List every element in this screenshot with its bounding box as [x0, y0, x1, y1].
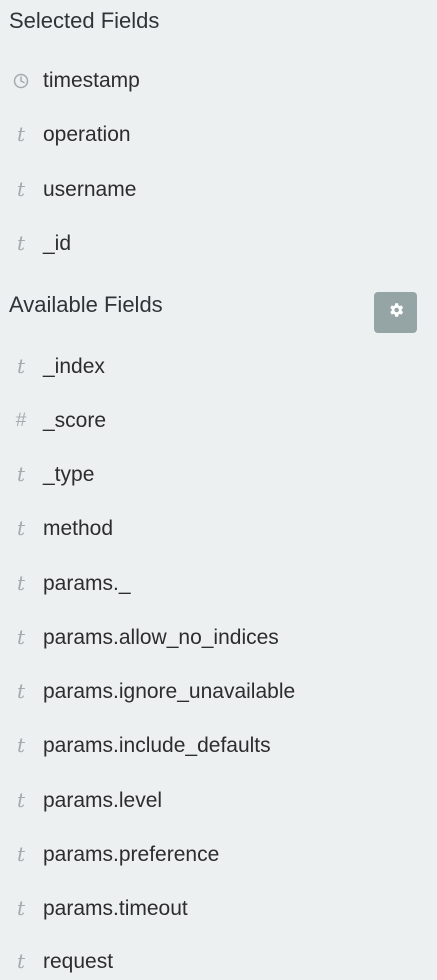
string-type-icon: t [16, 122, 26, 146]
field-name: params.level [43, 788, 163, 812]
number-type-icon: # [15, 409, 27, 431]
field-item-timestamp[interactable]: timestamp [0, 63, 437, 97]
gear-icon [387, 301, 405, 324]
field-name: params.ignore_unavailable [43, 679, 296, 703]
field-name: _index [43, 354, 105, 378]
field-name: params.preference [43, 842, 220, 866]
field-item-score[interactable]: # _score [0, 403, 437, 437]
field-name: params._ [43, 571, 131, 595]
selected-fields-heading: Selected Fields [9, 8, 160, 33]
string-type-icon: t [16, 462, 26, 486]
field-item-method[interactable]: t method [0, 511, 437, 545]
field-name: params.allow_no_indices [43, 625, 279, 649]
field-name: params.include_defaults [43, 733, 271, 757]
field-name: _score [43, 408, 107, 432]
field-name: _type [43, 462, 95, 486]
field-item-index[interactable]: t _index [0, 349, 437, 383]
field-name: request [43, 949, 114, 973]
clock-icon [10, 72, 32, 89]
field-name: timestamp [43, 68, 140, 92]
field-name: _id [43, 231, 72, 255]
field-item-params-timeout[interactable]: t params.timeout [0, 891, 437, 925]
string-type-icon: t [16, 516, 26, 540]
field-name: operation [43, 122, 131, 146]
field-name: params.timeout [43, 896, 188, 920]
field-item-id[interactable]: t _id [0, 226, 437, 260]
string-type-icon: t [16, 679, 26, 703]
field-item-params[interactable]: t params._ [0, 566, 437, 600]
field-name: username [43, 177, 137, 201]
string-type-icon: t [16, 788, 26, 812]
field-item-params-allow-no-indices[interactable]: t params.allow_no_indices [0, 620, 437, 654]
field-item-operation[interactable]: t operation [0, 117, 437, 151]
string-type-icon: t [16, 571, 26, 595]
string-type-icon: t [16, 896, 26, 920]
available-fields-heading: Available Fields [9, 292, 163, 317]
field-item-params-ignore-unavailable[interactable]: t params.ignore_unavailable [0, 674, 437, 708]
string-type-icon: t [16, 733, 26, 757]
field-item-username[interactable]: t username [0, 172, 437, 206]
field-item-params-preference[interactable]: t params.preference [0, 837, 437, 871]
field-item-request[interactable]: t request [0, 944, 437, 978]
field-item-params-include-defaults[interactable]: t params.include_defaults [0, 728, 437, 762]
string-type-icon: t [16, 231, 26, 255]
field-item-params-level[interactable]: t params.level [0, 783, 437, 817]
string-type-icon: t [16, 354, 26, 378]
string-type-icon: t [16, 177, 26, 201]
field-list-sidebar: Selected Fields timestamp t operation t … [0, 0, 437, 980]
string-type-icon: t [16, 949, 26, 973]
string-type-icon: t [16, 625, 26, 649]
string-type-icon: t [16, 842, 26, 866]
field-item-type[interactable]: t _type [0, 457, 437, 491]
field-settings-button[interactable] [374, 292, 417, 333]
field-name: method [43, 516, 114, 540]
